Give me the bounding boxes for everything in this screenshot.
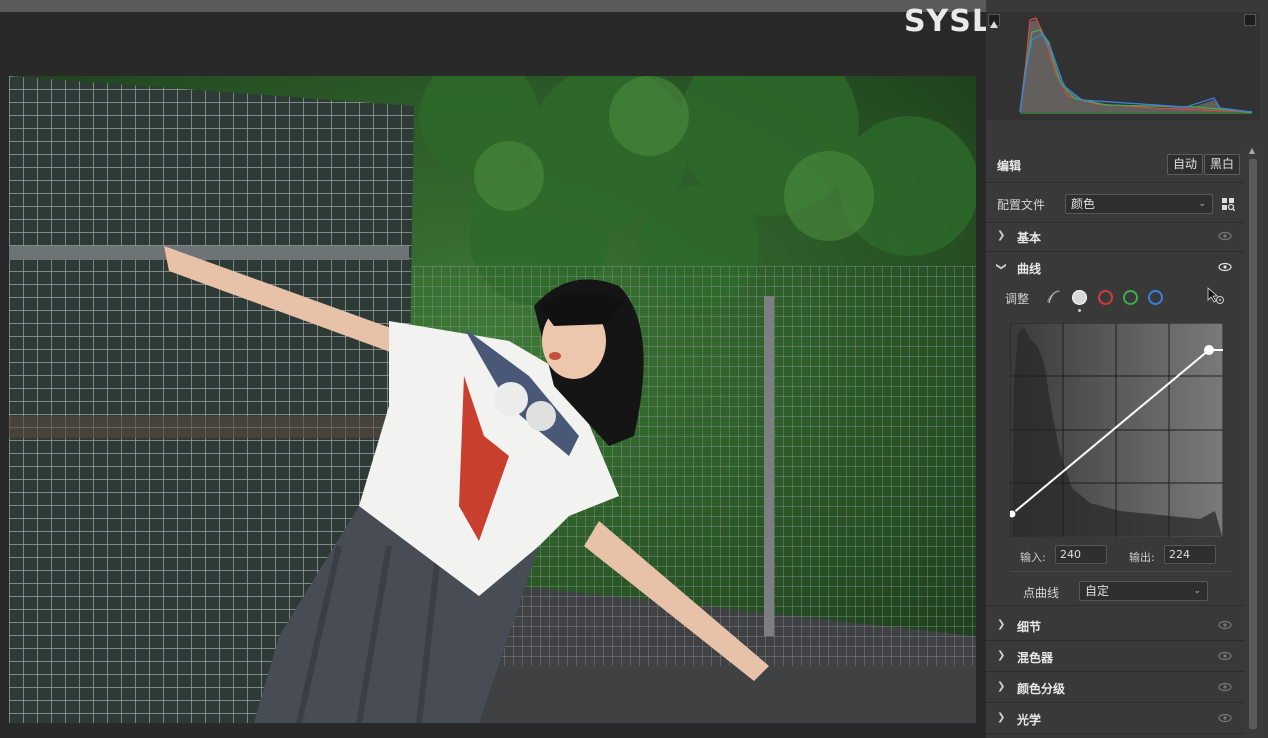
- section-color-grading-title: 颜色分级: [1017, 682, 1066, 696]
- section-detail[interactable]: ❯ 细节: [986, 611, 1244, 641]
- chevron-right-icon: ❯: [997, 619, 1006, 630]
- scroll-up-icon[interactable]: ▲: [1246, 145, 1258, 157]
- section-mixer-title: 混色器: [1017, 651, 1054, 665]
- auto-button[interactable]: 自动: [1167, 154, 1204, 175]
- develop-panel: ▲ 编辑 自动 黑白 配置文件 颜色 ⌄ ❯ 基本 ❯ 曲线 调整 输入: 24…: [986, 0, 1268, 738]
- panel-body: 编辑 自动 黑白 配置文件 颜色 ⌄ ❯ 基本 ❯ 曲线 调整 输入: 240 …: [986, 145, 1244, 738]
- section-color-grading[interactable]: ❯ 颜色分级: [986, 673, 1244, 703]
- point-curve-label: 点曲线: [1023, 586, 1060, 600]
- scroll-thumb[interactable]: [1249, 159, 1257, 729]
- chevron-right-icon: ❯: [997, 681, 1006, 692]
- profile-label: 配置文件: [997, 198, 1046, 212]
- section-mixer[interactable]: ❯ 混色器: [986, 642, 1244, 672]
- lightroom-window: SYSL ▲ 编辑 自动 黑白 配置文件 颜色 ⌄ ❯ 基本 ❯ 曲线 调整 输…: [0, 0, 1268, 738]
- chevron-right-icon: ❯: [997, 650, 1006, 661]
- chevron-down-icon: ⌄: [1198, 199, 1206, 209]
- section-basic-title: 基本: [1017, 231, 1042, 245]
- chevron-right-icon: ❯: [997, 230, 1006, 241]
- section-curve[interactable]: ❯ 曲线: [986, 253, 1244, 283]
- eye-icon[interactable]: [1218, 682, 1232, 692]
- section-detail-title: 细节: [1017, 620, 1042, 634]
- eye-icon[interactable]: [1218, 620, 1232, 630]
- output-field[interactable]: 224: [1164, 545, 1216, 564]
- parametric-curve-icon[interactable]: [1046, 289, 1062, 305]
- divider: [1010, 571, 1232, 572]
- histogram: [986, 12, 1260, 120]
- profile-value: 颜色: [1071, 197, 1096, 211]
- section-basic[interactable]: ❯ 基本: [986, 222, 1244, 252]
- edit-title: 编辑: [997, 159, 1022, 173]
- photo-canvas[interactable]: SYSL: [0, 4, 991, 738]
- chevron-down-icon: ❯: [995, 262, 1007, 271]
- profile-row: 配置文件 颜色 ⌄: [986, 185, 1244, 223]
- eye-icon[interactable]: [1218, 713, 1232, 723]
- point-curve-value: 自定: [1085, 584, 1110, 598]
- blue-channel-icon[interactable]: [1148, 290, 1163, 305]
- point-curve-white-icon[interactable]: [1072, 290, 1087, 305]
- eye-icon[interactable]: [1218, 262, 1232, 272]
- section-optics-title: 光学: [1017, 713, 1042, 727]
- input-field[interactable]: 240: [1055, 545, 1107, 564]
- green-channel-icon[interactable]: [1123, 290, 1138, 305]
- profile-select[interactable]: 颜色 ⌄: [1065, 194, 1213, 214]
- section-optics[interactable]: ❯ 光学: [986, 704, 1244, 734]
- tone-curve-graph[interactable]: [1010, 323, 1223, 537]
- selected-indicator: [1078, 309, 1081, 312]
- black-white-button[interactable]: 黑白: [1204, 154, 1241, 175]
- point-curve-select[interactable]: 自定 ⌄: [1079, 581, 1208, 601]
- target-adjust-icon[interactable]: [1206, 286, 1226, 306]
- output-label: 输出:: [1129, 551, 1155, 564]
- chevron-down-icon: ⌄: [1193, 586, 1201, 596]
- input-label: 输入:: [1020, 551, 1046, 564]
- edit-header: 编辑 自动 黑白: [986, 145, 1244, 183]
- watermark-text: SYSL: [903, 4, 992, 39]
- adjust-label: 调整: [1005, 292, 1030, 306]
- photo-preview: [9, 76, 976, 723]
- chevron-right-icon: ❯: [997, 712, 1006, 723]
- red-channel-icon[interactable]: [1098, 290, 1113, 305]
- profile-browser-icon[interactable]: [1221, 197, 1235, 211]
- panel-scrollbar[interactable]: ▲: [1246, 145, 1258, 738]
- eye-icon[interactable]: [1218, 231, 1232, 241]
- section-curve-title: 曲线: [1017, 262, 1042, 276]
- curve-panel: 调整 输入: 240 输出: 224 点曲线 自定 ⌄: [986, 283, 1244, 606]
- eye-icon[interactable]: [1218, 651, 1232, 661]
